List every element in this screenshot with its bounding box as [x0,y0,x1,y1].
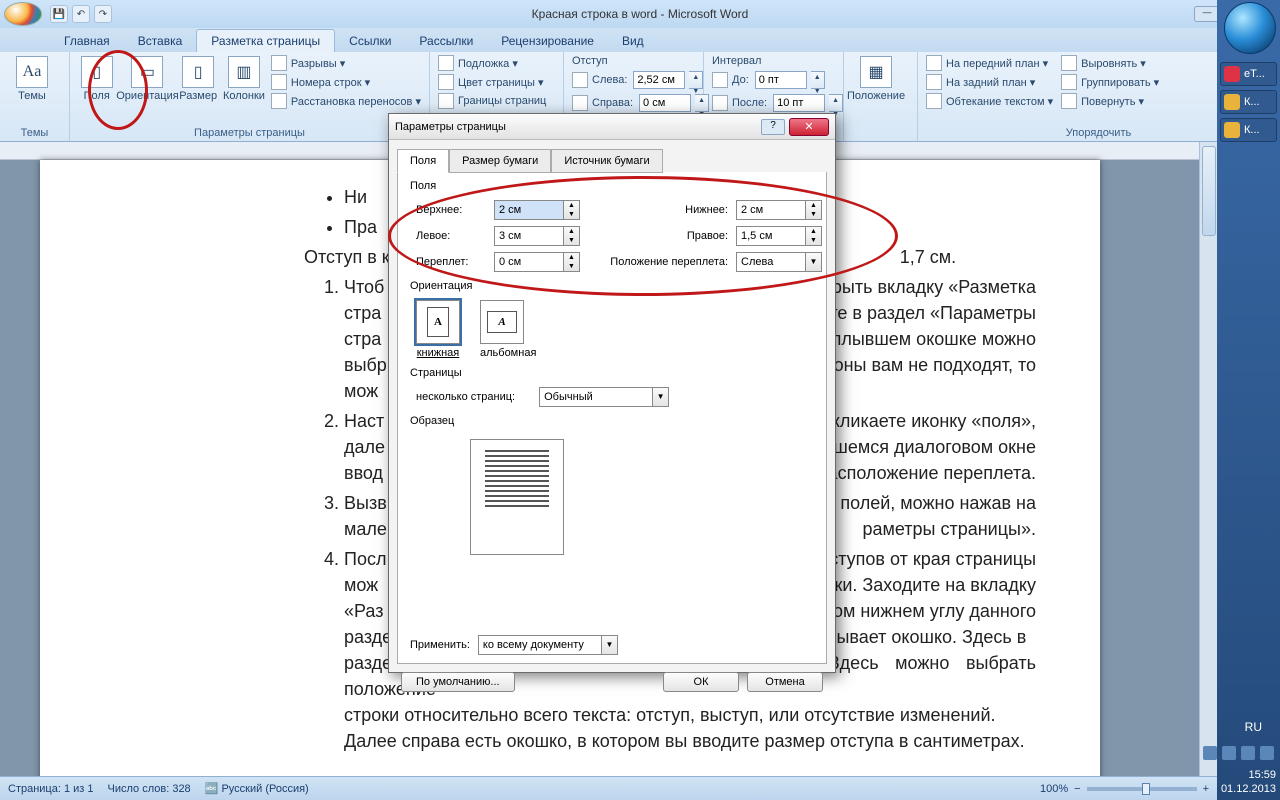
position-button[interactable]: ▦Положение [850,54,902,102]
space-before-input[interactable]: ▲▼ [753,70,827,90]
indent-left-icon [572,72,588,88]
tab-mailings[interactable]: Рассылки [405,30,487,52]
status-words[interactable]: Число слов: 328 [108,783,191,795]
titlebar: 💾 ↶ ↷ Красная строка в word - Microsoft … [0,0,1280,28]
ok-button[interactable]: ОК [663,672,739,692]
zoom-in-button[interactable]: + [1203,783,1209,795]
apply-to-select[interactable]: ▼ [478,635,618,655]
spacing-label: Интервал [710,54,847,68]
margins-button[interactable]: ▯Поля [76,54,117,102]
dialog-close-button[interactable]: ✕ [789,118,829,136]
dialog-tab-margins[interactable]: Поля [397,149,449,173]
page-color-button[interactable]: Цвет страницы ▾ [436,73,548,91]
page-setup-dialog: Параметры страницы ? ✕ Поля Размер бумаг… [388,113,836,673]
gutter-position-select[interactable]: ▼ [736,252,832,272]
gutter-input[interactable]: ▲▼ [494,252,590,272]
tab-home[interactable]: Главная [50,30,124,52]
tab-view[interactable]: Вид [608,30,658,52]
margin-right-input[interactable]: ▲▼ [736,226,832,246]
page-borders-button[interactable]: Границы страниц [436,92,548,110]
dialog-help-button[interactable]: ? [761,119,785,135]
dialog-tab-source[interactable]: Источник бумаги [551,149,662,173]
default-button[interactable]: По умолчанию... [401,672,515,692]
indent-left-label: Отступ [570,54,713,68]
columns-button[interactable]: ▥Колонки [223,54,265,102]
taskbar-item[interactable]: К... [1220,118,1277,142]
status-page: Страница: 1 из 1 [8,783,94,795]
orientation-landscape[interactable]: A альбомная [480,300,536,359]
margin-bottom-input[interactable]: ▲▼ [736,200,832,220]
tab-references[interactable]: Ссылки [335,30,405,52]
tab-insert[interactable]: Вставка [124,30,197,52]
margin-preview [470,439,564,555]
vertical-scrollbar[interactable] [1199,142,1217,776]
status-lang[interactable]: 🔤 Русский (Россия) [205,782,309,795]
group-themes-label: Темы [6,125,63,139]
statusbar: Страница: 1 из 1 Число слов: 328 🔤 Русск… [0,776,1217,800]
indent-right-input[interactable]: ▲▼ [637,93,711,113]
orientation-section-label: Ориентация [410,280,814,292]
indent-right-icon [572,95,588,111]
taskbar-item[interactable]: К... [1220,90,1277,114]
zoom-out-button[interactable]: − [1074,783,1080,795]
taskbar-item[interactable]: еТ... [1220,62,1277,86]
sample-section-label: Образец [410,415,814,427]
windows-taskbar: еТ... К... К... RU 15:5901.12.2013 [1217,0,1280,800]
space-after-input[interactable]: ▲▼ [771,93,845,113]
margin-top-input[interactable]: ▲▼ [494,200,590,220]
cancel-button[interactable]: Отмена [747,672,823,692]
tab-review[interactable]: Рецензирование [487,30,608,52]
office-button[interactable] [4,2,42,26]
dialog-title: Параметры страницы [395,121,761,133]
align-button[interactable]: Выровнять ▾ [1059,54,1161,72]
group-page-setup-label: Параметры страницы [76,125,423,139]
orientation-button[interactable]: ▭Ориентация [121,54,173,102]
multi-pages-select[interactable]: ▼ [539,387,669,407]
system-clock[interactable]: 15:5901.12.2013 [1221,768,1276,796]
margins-section-label: Поля [410,180,814,192]
themes-button[interactable]: AaТемы [6,54,58,102]
quick-access-toolbar: 💾 ↶ ↷ [50,5,112,23]
size-button[interactable]: ▯Размер [177,54,218,102]
tab-page-layout[interactable]: Разметка страницы [196,29,335,52]
ribbon-tabs: Главная Вставка Разметка страницы Ссылки… [0,28,1280,52]
breaks-button[interactable]: Разрывы ▾ [269,54,423,72]
bring-front-button[interactable]: На передний план ▾ [924,54,1055,72]
zoom-percent[interactable]: 100% [1040,783,1068,795]
space-before-icon [712,72,728,88]
system-tray[interactable] [1203,746,1274,760]
indent-left-input[interactable]: ▲▼ [631,70,705,90]
group-button[interactable]: Группировать ▾ [1059,73,1161,91]
space-after-icon [712,95,728,111]
orientation-portrait[interactable]: A книжная [416,300,460,359]
watermark-button[interactable]: Подложка ▾ [436,54,548,72]
language-indicator[interactable]: RU [1245,720,1262,734]
zoom-slider[interactable] [1087,787,1197,791]
window-title: Красная строка в word - Microsoft Word [0,7,1280,21]
pages-section-label: Страницы [410,367,814,379]
rotate-button[interactable]: Повернуть ▾ [1059,92,1161,110]
margin-left-input[interactable]: ▲▼ [494,226,590,246]
qat-save[interactable]: 💾 [50,5,68,23]
hyphenation-button[interactable]: Расстановка переносов ▾ [269,92,423,110]
qat-undo[interactable]: ↶ [72,5,90,23]
text-wrap-button[interactable]: Обтекание текстом ▾ [924,92,1055,110]
qat-redo[interactable]: ↷ [94,5,112,23]
send-back-button[interactable]: На задний план ▾ [924,73,1055,91]
start-button[interactable] [1224,2,1276,54]
line-numbers-button[interactable]: Номера строк ▾ [269,73,423,91]
dialog-tab-paper[interactable]: Размер бумаги [449,149,551,173]
